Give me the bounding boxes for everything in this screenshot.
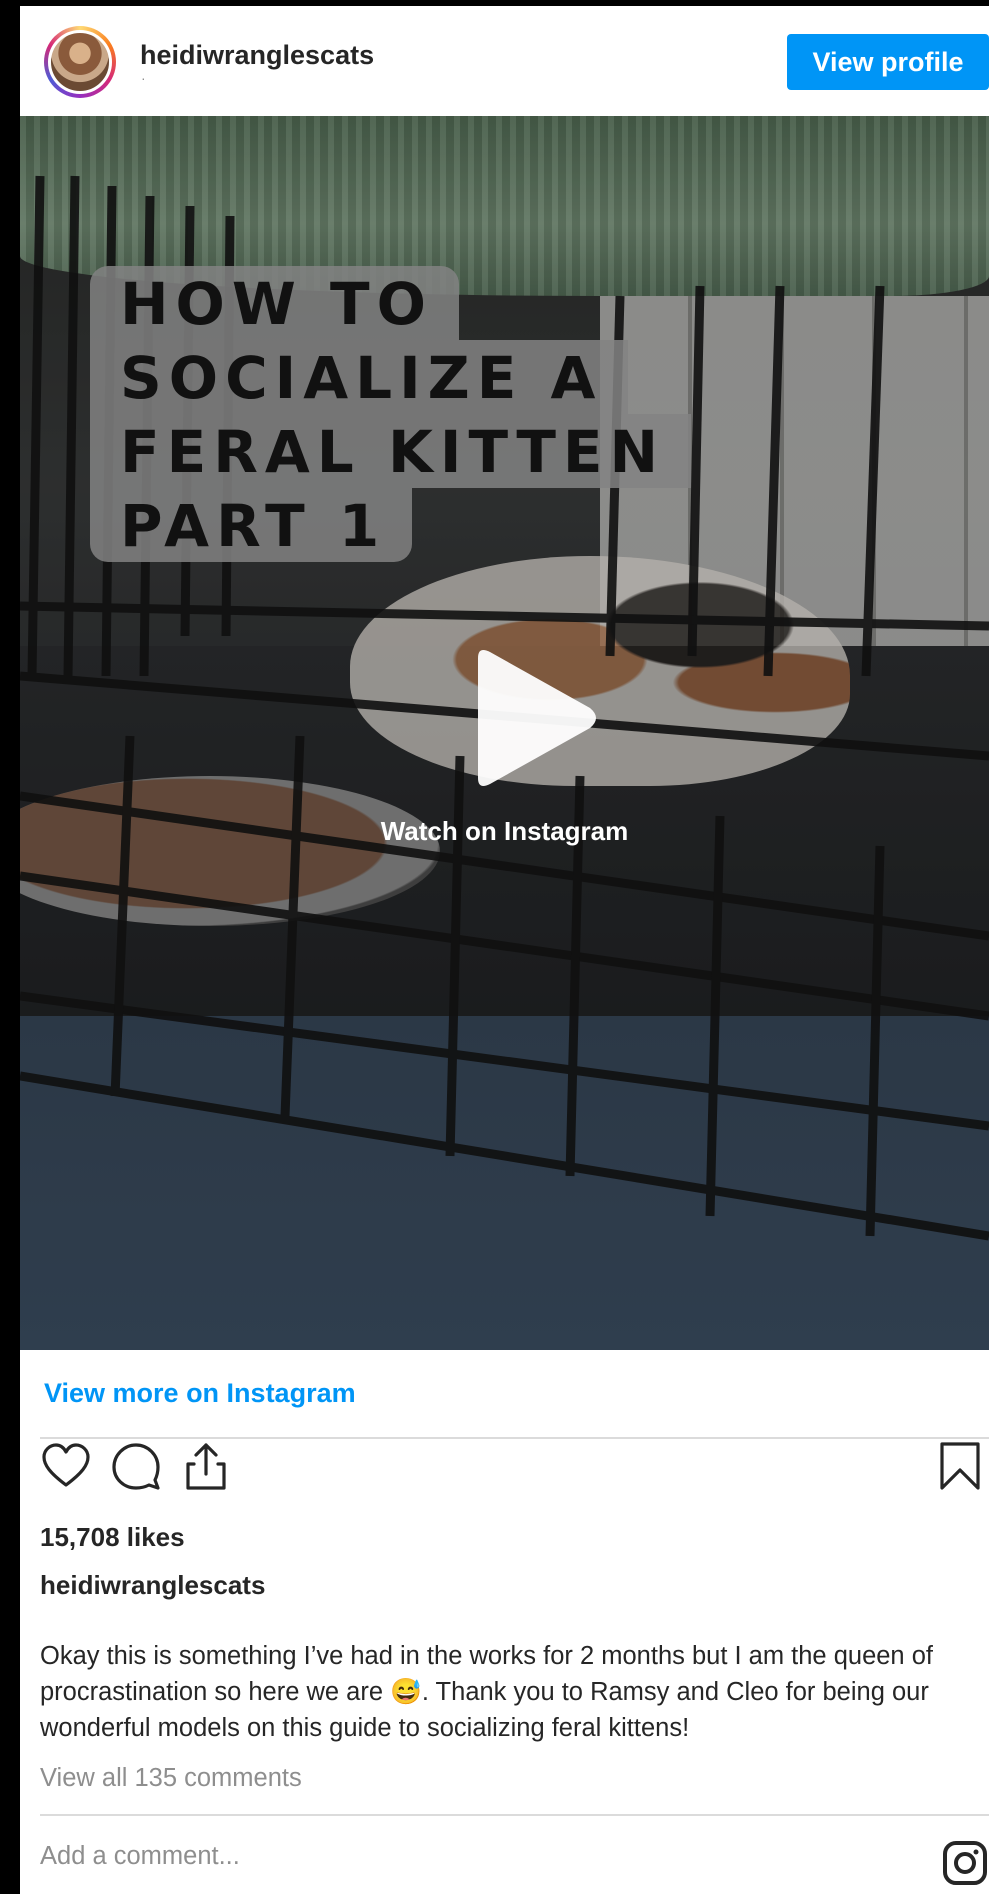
overlay-title-line-4: PART 1	[90, 488, 413, 562]
view-all-comments-link[interactable]: View all 135 comments	[40, 1764, 302, 1793]
instagram-logo-icon[interactable]	[942, 1840, 988, 1886]
view-profile-button[interactable]: View profile	[787, 34, 989, 90]
username-link[interactable]: heidiwranglescats	[140, 40, 374, 71]
avatar[interactable]	[44, 26, 116, 98]
likes-count[interactable]: 15,708 likes	[40, 1522, 185, 1553]
play-icon[interactable]	[458, 644, 602, 792]
add-comment-input[interactable]: Add a comment...	[40, 1842, 240, 1871]
watch-on-instagram-label[interactable]: Watch on Instagram	[20, 816, 989, 847]
video-thumbnail[interactable]: HOW TO SOCIALIZE A FERAL KITTEN PART 1 W…	[20, 116, 989, 1350]
caption-username[interactable]: heidiwranglescats	[40, 1570, 265, 1601]
avatar-image	[48, 30, 112, 94]
share-icon[interactable]	[180, 1440, 232, 1492]
overlay-title: HOW TO SOCIALIZE A FERAL KITTEN PART 1	[90, 266, 692, 562]
bookmark-icon[interactable]	[934, 1440, 986, 1492]
caption-text: Okay this is something I’ve had in the w…	[40, 1642, 933, 1742]
comment-bubble-icon[interactable]	[110, 1440, 162, 1492]
overlay-title-line-1: HOW TO	[90, 266, 459, 340]
heart-icon[interactable]	[40, 1440, 92, 1492]
overlay-title-line-2: SOCIALIZE A	[90, 340, 629, 414]
header-subtitle: ·	[141, 70, 146, 86]
action-bar	[20, 1436, 989, 1500]
overlay-title-line-3: FERAL KITTEN	[90, 414, 692, 488]
post-header: heidiwranglescats · View profile	[20, 6, 989, 116]
instagram-embed: heidiwranglescats · View profile HOW TO …	[20, 6, 989, 1894]
view-more-link[interactable]: View more on Instagram	[44, 1378, 356, 1409]
divider	[40, 1814, 989, 1816]
